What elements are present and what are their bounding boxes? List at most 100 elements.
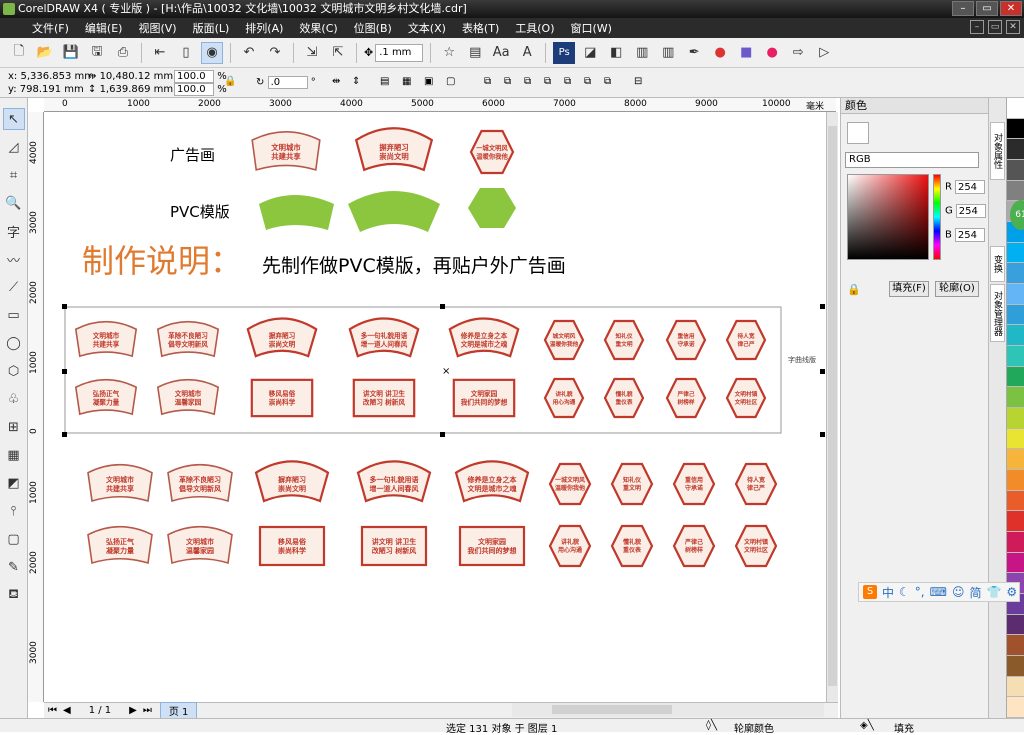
sign-hexagon[interactable]: 文明村镇文明社区 [734, 524, 778, 568]
height-value[interactable]: ↕ 1,639.869 mm [88, 84, 173, 95]
polygon-tool-icon[interactable]: ⬡ [3, 360, 25, 382]
mirror-v-icon[interactable]: ⇕ [352, 76, 360, 87]
palette-swatch[interactable] [1007, 180, 1024, 202]
basic-shapes-icon[interactable]: ♧ [3, 388, 25, 410]
sign-fan-scroll[interactable]: 革除不良陋习倡导文明新风 [156, 320, 220, 358]
sign-fan-arch[interactable]: 摒弃陋习崇尚文明 [246, 317, 318, 358]
sign-hexagon[interactable]: 懂礼貌重仪表 [603, 377, 645, 419]
palette-swatch[interactable] [1007, 139, 1024, 161]
palette-swatch[interactable] [1007, 697, 1024, 719]
keyboard-icon[interactable]: ⌨ [930, 585, 947, 599]
save-as-icon[interactable]: 🖫 [86, 42, 108, 64]
palette-swatch[interactable] [1007, 408, 1024, 429]
import-file-icon[interactable]: ⇲ [301, 42, 323, 64]
sign-hexagon[interactable]: 严律己树榜样 [672, 524, 716, 568]
prev-page-icon[interactable]: ◀ [63, 705, 71, 716]
palette-swatch[interactable] [1007, 614, 1024, 636]
simplify-icon[interactable]: ⧉ [584, 76, 591, 87]
minimize-button[interactable]: – [952, 1, 974, 16]
palette-swatch[interactable] [1007, 511, 1024, 533]
sign-hexagon[interactable]: 文明村镇文明社区 [725, 377, 767, 419]
text-frame-icon[interactable]: A [516, 42, 538, 64]
sign-rect[interactable]: 讲文明 讲卫生改陋习 树新风 [352, 378, 416, 418]
fill-button[interactable]: 填充(F) [889, 281, 929, 297]
menu-view[interactable]: 视图(V) [130, 20, 184, 36]
sign-fan-arch[interactable]: 多一句礼貌用语增一道人间春风 [348, 317, 420, 358]
shape-tool-icon[interactable]: ◿ [3, 136, 25, 158]
mirror-h-icon[interactable]: ⇹ [332, 76, 340, 87]
sign-fan-arch[interactable]: 摒弃陋习崇尚文明 [354, 127, 434, 172]
fill-tool-icon[interactable]: ⛾ [3, 584, 25, 606]
vertical-scroll-thumb[interactable] [828, 126, 837, 686]
sign-hexagon[interactable]: 待人宽律己严 [734, 462, 778, 506]
handle[interactable] [62, 432, 67, 437]
sign-fan-scroll[interactable]: 文明城市共建共享 [251, 131, 321, 171]
sign-hexagon[interactable]: 讲礼貌用心沟通 [543, 377, 585, 419]
import-icon[interactable]: ⇤ [149, 42, 171, 64]
interactive-blend-icon[interactable]: ◩ [3, 472, 25, 494]
color-balls-icon[interactable]: ● [761, 42, 783, 64]
palette-swatch[interactable] [1007, 470, 1024, 491]
tab-object-manager[interactable]: 对象管理器 [990, 284, 1005, 342]
blend-icon[interactable]: ◧ [605, 42, 627, 64]
menu-tools[interactable]: 工具(O) [507, 20, 562, 36]
open-folder-icon[interactable]: 📂 [34, 42, 56, 64]
pvc-fan-scroll[interactable] [259, 195, 334, 230]
width-value[interactable]: ↔ 10,480.12 mm [88, 71, 173, 82]
palette-swatch[interactable] [1007, 532, 1024, 553]
print-icon[interactable]: ⎙ [112, 42, 134, 64]
lock-ratio-icon[interactable]: 🔒 [224, 76, 236, 87]
handle[interactable] [820, 304, 825, 309]
menu-file[interactable]: 文件(F) [24, 20, 77, 36]
palette-swatch[interactable] [1007, 346, 1024, 367]
sign-hexagon[interactable]: 知礼仪重文明 [603, 319, 645, 361]
sign-fan-arch[interactable]: 多一句礼貌用语增一道人间春风 [356, 460, 432, 503]
sign-fan-scroll[interactable]: 革除不良陋习倡导文明新风 [167, 464, 233, 503]
punctuation-icon[interactable]: °, [915, 585, 925, 599]
palette-swatch[interactable] [1007, 449, 1024, 471]
sign-fan-arch[interactable]: 修养是立身之本文明是城市之魂 [454, 460, 530, 503]
group-icon[interactable]: ▣ [424, 76, 433, 87]
close-button[interactable]: ✕ [1000, 1, 1022, 16]
gray-box-icon[interactable]: ▥ [631, 42, 653, 64]
vertical-scrollbar[interactable] [826, 112, 838, 702]
skin-icon[interactable]: 👕 [986, 585, 1001, 599]
sign-hexagon[interactable]: 懂礼貌重仪表 [610, 524, 654, 568]
ungroup-icon[interactable]: ▢ [446, 76, 455, 87]
sign-hexagon[interactable]: 城文明风温暖你我他 [543, 319, 585, 361]
color-model-select[interactable]: RGB [845, 152, 979, 168]
table-icon[interactable]: ▤ [464, 42, 486, 64]
palette-swatch[interactable] [1007, 284, 1024, 305]
handle[interactable] [62, 304, 67, 309]
scale-y-input[interactable] [174, 83, 214, 96]
handle[interactable] [820, 369, 825, 374]
text-art-icon[interactable]: Aa [490, 42, 512, 64]
menu-layout[interactable]: 版面(L) [185, 20, 238, 36]
save-icon[interactable]: 💾 [60, 42, 82, 64]
palette-swatch[interactable] [1007, 676, 1024, 698]
sign-hexagon[interactable]: 重信用守承诺 [672, 462, 716, 506]
table-tool-icon[interactable]: ▦ [3, 444, 25, 466]
menu-text[interactable]: 文本(X) [400, 20, 454, 36]
ellipse-tool-icon[interactable]: ◯ [3, 332, 25, 354]
redo-icon[interactable]: ↷ [264, 42, 286, 64]
auto-apply-icon[interactable]: 🔒 [847, 283, 861, 296]
rectangle-tool-icon[interactable]: ▭ [3, 304, 25, 326]
pvc-fan-arch[interactable] [348, 191, 440, 232]
sign-fan-arch[interactable]: 摒弃陋习崇尚文明 [254, 460, 330, 503]
y-position[interactable]: y: 798.191 mm [8, 84, 84, 95]
eyedropper-icon[interactable]: ⫯ [3, 500, 25, 522]
combine-icon[interactable]: ⧉ [484, 76, 491, 87]
user-icon[interactable]: ☺ [952, 585, 965, 599]
sign-hexagon[interactable]: 一城文明风温暖你我他 [548, 462, 592, 506]
wrap-icon[interactable]: ▦ [402, 76, 411, 87]
sign-rect[interactable]: 讲文明 讲卫生改陋习 树新风 [360, 525, 428, 567]
palette-swatch[interactable] [1007, 304, 1024, 326]
text-tool-icon[interactable]: 字 [3, 220, 25, 242]
sign-fan-scroll[interactable]: 文明城市温馨家园 [156, 378, 220, 416]
purple-square-icon[interactable]: ■ [735, 42, 757, 64]
menu-effects[interactable]: 效果(C) [291, 20, 345, 36]
palette-swatch[interactable] [1007, 552, 1024, 574]
break-apart-icon[interactable]: ⧉ [504, 76, 511, 87]
doc-minimize-button[interactable]: – [970, 20, 984, 34]
